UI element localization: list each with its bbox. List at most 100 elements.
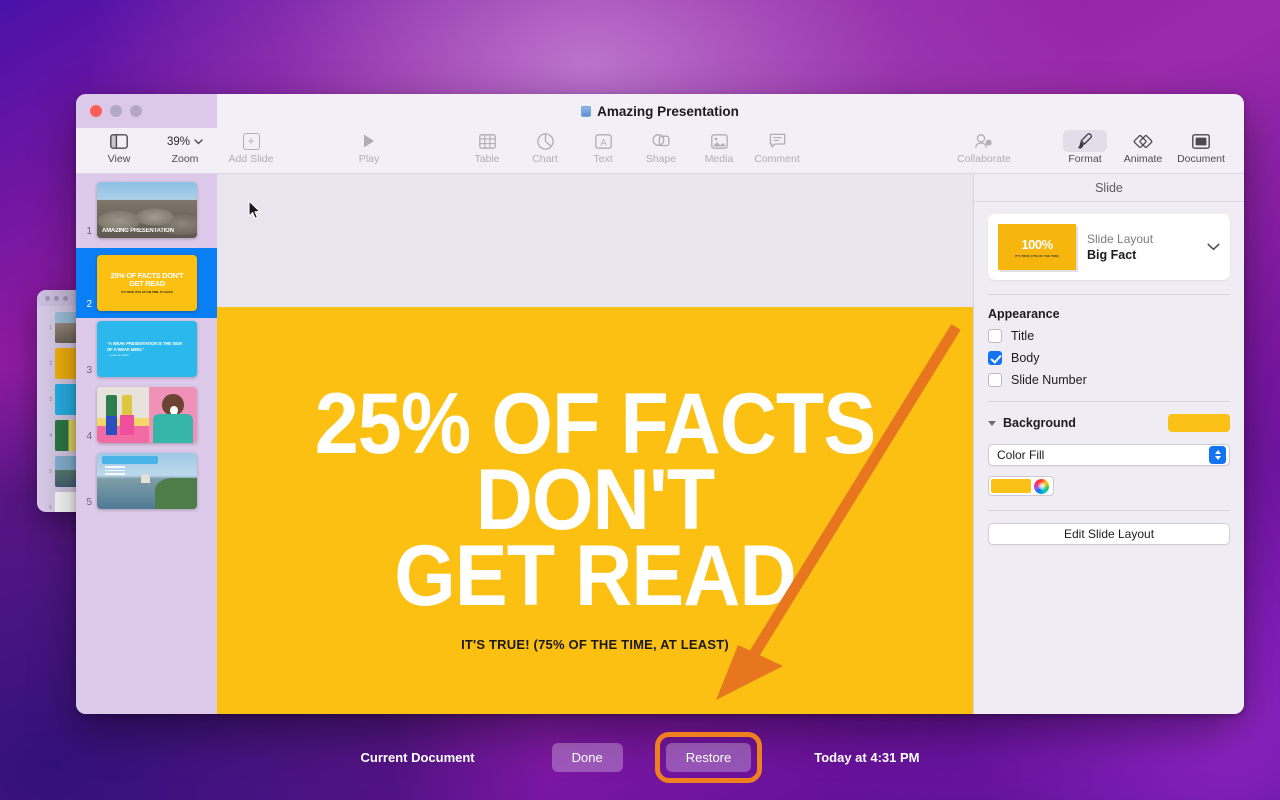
toolbar-shape-button[interactable]: Shape	[632, 128, 690, 165]
fill-color-swatch[interactable]	[991, 479, 1031, 493]
minimize-button[interactable]	[110, 105, 122, 117]
slide-index: 3	[86, 365, 92, 376]
inspector-content: 100% IT'S TRUE! (75% OF THE TIME) Slide …	[974, 202, 1244, 545]
shapes-icon	[652, 130, 670, 152]
fashion-photo-left	[97, 387, 149, 443]
version-date-label: Today at 4:31 PM	[814, 749, 920, 765]
checkbox-slide-number[interactable]	[988, 373, 1002, 387]
background-label-group: Background	[988, 416, 1076, 430]
toolbar-label: Table	[474, 153, 500, 165]
slide-subtitle[interactable]: IT'S TRUE! (75% OF THE TIME, AT LEAST)	[461, 637, 729, 652]
slide-navigator-item-1[interactable]: 1 AMAZING PRESENTATION	[76, 182, 217, 238]
slide-navigator-item-4[interactable]: 4	[76, 387, 217, 443]
toolbar-document-button[interactable]: Document	[1172, 128, 1230, 165]
checkbox-label: Slide Number	[1011, 373, 1087, 387]
thumb-line-2: GET READ	[129, 279, 165, 288]
minimize-icon	[54, 295, 59, 301]
person-add-icon	[974, 130, 994, 152]
toolbar-zoom-control[interactable]: 39% Zoom	[148, 128, 222, 165]
appearance-option-body[interactable]: Body	[988, 351, 1230, 365]
toolbar-label: Collaborate	[957, 153, 1011, 165]
restore-button-highlight: Restore	[654, 731, 763, 783]
disclosure-triangle-icon[interactable]	[988, 420, 996, 426]
toolbar-label: Play	[358, 153, 380, 165]
toolbar-add-slide-button[interactable]: + Add Slide	[222, 128, 280, 165]
current-slide[interactable]: 25% OF FACTS DON'T GET READ IT'S TRUE! (…	[217, 307, 973, 714]
toolbar-play-button[interactable]: Play	[340, 128, 398, 165]
slide-index: 5	[49, 468, 52, 475]
toolbar-view-button[interactable]: View	[90, 128, 148, 165]
toolbar-chart-button[interactable]: Chart	[516, 128, 574, 165]
slide-navigator-item-5[interactable]: 5	[76, 453, 217, 509]
restore-button[interactable]: Restore	[665, 742, 752, 772]
appearance-section-title: Appearance	[988, 307, 1060, 321]
chevron-down-icon	[194, 138, 203, 144]
slide-layout-label: Slide Layout	[1087, 232, 1154, 246]
background-fill-value: Color Fill	[997, 448, 1045, 462]
slide-thumbnail: AMAZING PRESENTATION	[97, 182, 197, 238]
done-button[interactable]: Done	[551, 742, 623, 772]
toolbar-label: Add Slide	[228, 153, 274, 165]
window-titlebar: Amazing Presentation	[76, 94, 1244, 128]
slide-layout-card[interactable]: 100% IT'S TRUE! (75% OF THE TIME) Slide …	[988, 214, 1230, 280]
toolbar-text-button[interactable]: A Text	[574, 128, 632, 165]
fill-color-row[interactable]	[988, 476, 1230, 496]
toolbar-table-button[interactable]: Table	[458, 128, 516, 165]
color-wheel-icon[interactable]	[1034, 478, 1049, 494]
toolbar-label: Zoom	[171, 153, 199, 165]
slide-index: 2	[86, 299, 92, 310]
slide-index: 4	[86, 431, 92, 442]
slide-caption: AMAZING PRESENTATION	[102, 228, 174, 234]
background-fill-select[interactable]: Color Fill	[988, 444, 1230, 466]
toolbar-label: Format	[1068, 153, 1102, 165]
zoom-dropdown[interactable]: 39%	[162, 132, 208, 152]
toolbar-label: Comment	[754, 153, 800, 165]
checkbox-title[interactable]	[988, 329, 1002, 343]
slide-index: 2	[49, 360, 52, 367]
toolbar-label: Animate	[1123, 153, 1163, 165]
text-box-icon: A	[594, 130, 612, 152]
checkbox-body[interactable]	[988, 351, 1002, 365]
inspector-title: Slide	[974, 174, 1244, 202]
slide-navigator[interactable]: 1 AMAZING PRESENTATION 2 25% OF FACTS DO…	[76, 174, 217, 714]
toolbar-format-button[interactable]: Format	[1056, 128, 1114, 165]
fill-color-control[interactable]	[988, 476, 1054, 496]
svg-text:A: A	[600, 137, 607, 148]
format-inspector-panel: Slide 100% IT'S TRUE! (75% OF THE TIME) …	[973, 174, 1244, 714]
maximize-button[interactable]	[130, 105, 142, 117]
chevron-down-icon[interactable]	[1207, 238, 1220, 256]
thumb-quote-source: — SOMEONE SMART	[107, 355, 130, 358]
slide-layout-thumbnail: 100% IT'S TRUE! (75% OF THE TIME)	[998, 224, 1076, 270]
layout-thumb-subtext: IT'S TRUE! (75% OF THE TIME)	[1014, 253, 1060, 258]
version-browser-bar: Current Document Done Restore Today at 4…	[0, 714, 1280, 800]
slide-navigator-item-3[interactable]: 3 "A WEAK PRESENTATION IS THE SIGN OF A …	[76, 321, 217, 377]
keynote-window[interactable]: Amazing Presentation View 39% Zoom + Add…	[76, 94, 1244, 714]
appearance-option-slide-number[interactable]: Slide Number	[988, 373, 1230, 387]
appearance-option-title[interactable]: Title	[988, 329, 1230, 343]
toolbar-collaborate-button[interactable]: Collaborate	[944, 128, 1024, 165]
slide-headline-line2[interactable]: GET READ	[310, 533, 880, 619]
sidebar-panel-icon	[110, 130, 128, 152]
layout-thumb-text: 100%	[1021, 236, 1053, 252]
zoom-value-group: 39%	[162, 130, 208, 152]
slide-thumbnail	[97, 453, 197, 509]
slide-index: 1	[86, 226, 92, 237]
background-color-swatch[interactable]	[1168, 414, 1230, 432]
close-button[interactable]	[90, 105, 102, 117]
stepper-icon[interactable]	[1209, 446, 1226, 464]
slide-navigator-item-2[interactable]: 2 25% OF FACTS DON'T GET READ IT'S TRUE!…	[76, 248, 217, 318]
toolbar-animate-button[interactable]: Animate	[1114, 128, 1172, 165]
slide-canvas[interactable]: 25% OF FACTS DON'T GET READ IT'S TRUE! (…	[217, 174, 973, 714]
slide-index: 6	[49, 504, 52, 511]
toolbar-label: Chart	[532, 153, 558, 165]
slide-thumbnail: "A WEAK PRESENTATION IS THE SIGN OF A WE…	[97, 321, 197, 377]
edit-slide-layout-button[interactable]: Edit Slide Layout	[988, 523, 1230, 545]
desktop-background: 1 2 3 4 5 6 Amazing Presentation View 39…	[0, 0, 1280, 800]
toolbar-comment-button[interactable]: Comment	[748, 128, 806, 165]
toolbar-label: Media	[704, 153, 734, 165]
slide-headline-line1[interactable]: 25% OF FACTS DON'T	[310, 381, 880, 543]
toolbar-media-button[interactable]: Media	[690, 128, 748, 165]
portrait-photo-right	[149, 387, 197, 443]
background-section-header[interactable]: Background	[988, 414, 1230, 432]
plus-square-icon: +	[242, 130, 260, 152]
